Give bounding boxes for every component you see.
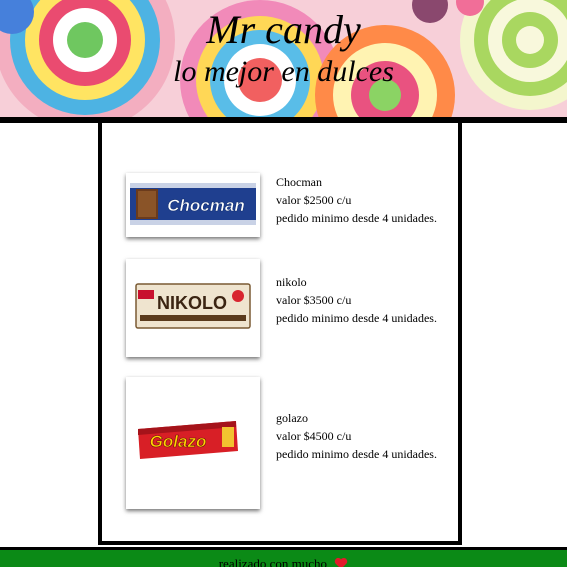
product-name: nikolo xyxy=(276,275,307,289)
product-min-order: pedido minimo desde 4 unidades. xyxy=(276,447,437,461)
product-list: Chocman Chocman valor $2500 c/u pedido m… xyxy=(98,123,462,545)
product-name: Chocman xyxy=(276,175,322,189)
product-min-order: pedido minimo desde 4 unidades. xyxy=(276,311,437,325)
golazo-wrapper-logo: Golazo xyxy=(150,432,207,451)
product-name: golazo xyxy=(276,411,308,425)
product-price: valor $3500 c/u xyxy=(276,293,352,307)
product-min-order: pedido minimo desde 4 unidades. xyxy=(276,211,437,225)
product-price: valor $4500 c/u xyxy=(276,429,352,443)
heart-icon xyxy=(335,557,348,567)
nikolo-wrapper-logo: NIKOLO xyxy=(157,293,227,313)
footer-text: realizado con mucho xyxy=(218,556,328,567)
product-price: valor $2500 c/u xyxy=(276,193,352,207)
site-title: Mr candy xyxy=(206,7,361,52)
site-header: Mr candy lo mejor en dulces xyxy=(0,0,567,117)
product-image-chocman[interactable]: Chocman xyxy=(126,173,260,237)
site-subtitle: lo mejor en dulces xyxy=(173,55,394,88)
product-image-nikolo[interactable]: NIKOLO xyxy=(126,259,260,357)
footer-credit: realizado con mucho xyxy=(219,556,349,567)
chocman-wrapper-logo: Chocman xyxy=(167,196,244,215)
product-image-golazo[interactable]: Golazo xyxy=(126,377,260,509)
site-footer: realizado con mucho xyxy=(0,547,567,567)
